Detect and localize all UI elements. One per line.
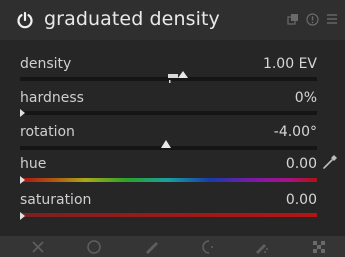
slider-label: hardness — [20, 90, 84, 106]
saturation-slider[interactable]: saturation 0.00 — [20, 192, 317, 220]
presets-icon[interactable] — [287, 13, 299, 25]
slider-marker[interactable] — [160, 139, 172, 149]
hue-gradient-track[interactable] — [20, 178, 317, 182]
ellipse-icon[interactable] — [86, 239, 102, 255]
slider-label: density — [20, 56, 72, 72]
slider-marker[interactable] — [19, 175, 29, 185]
slider-value: 0% — [294, 90, 317, 106]
slider-label: hue — [20, 156, 47, 172]
slider-marker[interactable] — [168, 70, 192, 86]
color-picker-icon[interactable] — [322, 154, 338, 170]
slider-track[interactable] — [20, 111, 317, 115]
slider-value: 0.00 — [285, 192, 317, 208]
mask-toolbar — [0, 236, 345, 257]
slider-value: 1.00 EV — [262, 56, 317, 72]
power-icon[interactable] — [16, 11, 34, 29]
header-actions — [287, 13, 338, 26]
slider-label: rotation — [20, 124, 75, 140]
module-title: graduated density — [44, 8, 220, 30]
menu-icon[interactable] — [326, 13, 338, 25]
slider-marker[interactable] — [19, 211, 29, 221]
rotation-slider[interactable]: rotation -4.00° — [20, 124, 317, 152]
slider-value: 0.00 — [285, 156, 317, 172]
path-icon[interactable] — [254, 239, 270, 255]
slider-marker[interactable] — [19, 108, 29, 118]
checkerboard-icon[interactable] — [311, 239, 327, 255]
density-slider[interactable]: density 1.00 EV — [20, 56, 317, 84]
brush-icon[interactable] — [143, 239, 159, 255]
cancel-icon[interactable] — [30, 239, 46, 255]
slider-value: -4.00° — [273, 124, 317, 140]
slider-label: saturation — [20, 192, 92, 208]
reset-icon[interactable] — [306, 13, 319, 26]
module-header: graduated density — [0, 0, 345, 40]
circle-icon[interactable] — [199, 239, 215, 255]
module-panel: graduated density density 1.00 EV hardne… — [0, 0, 345, 257]
hardness-slider[interactable]: hardness 0% — [20, 90, 317, 118]
saturation-gradient-track[interactable] — [20, 213, 317, 217]
hue-slider[interactable]: hue 0.00 — [20, 156, 317, 184]
